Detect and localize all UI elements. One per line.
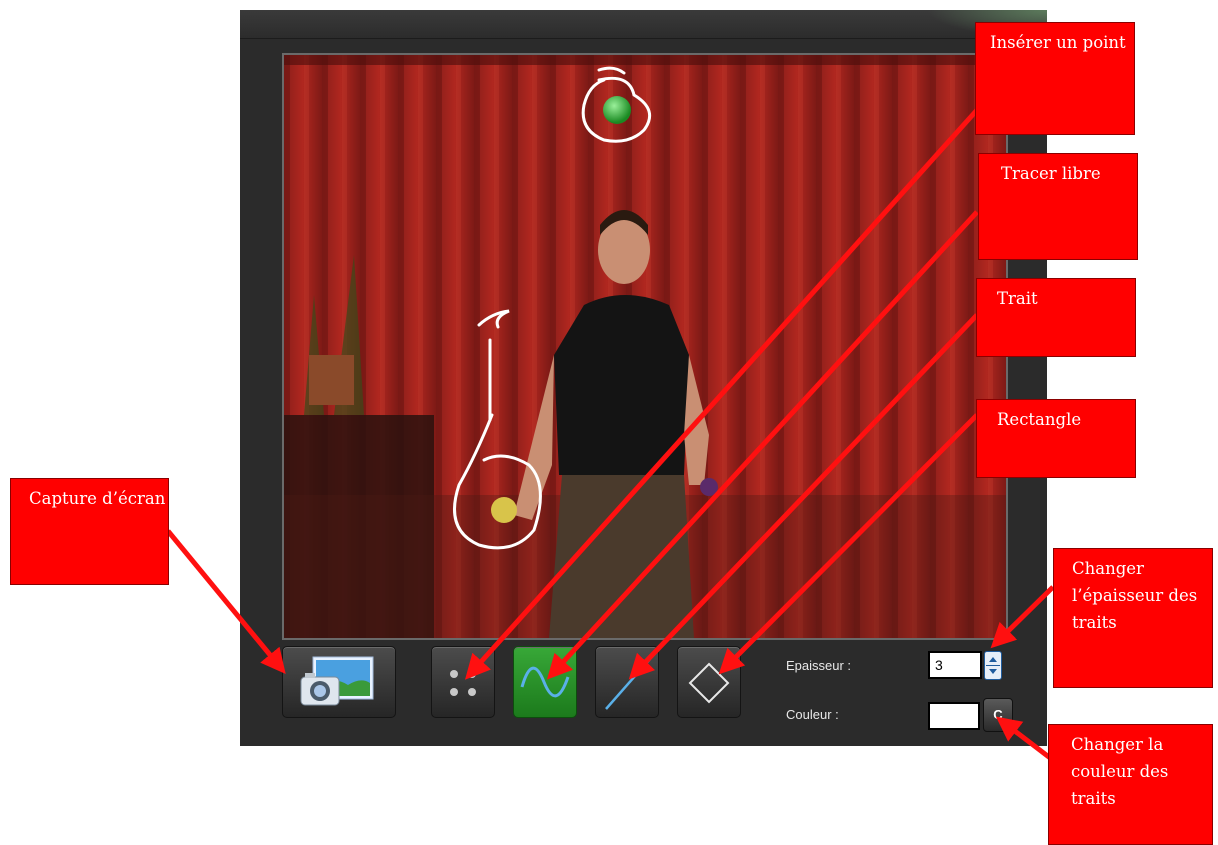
callout-screenshot: Capture d’écran — [10, 478, 169, 585]
callout-freehand: Tracer libre — [978, 153, 1138, 260]
callout-rectangle: Rectangle — [976, 399, 1136, 478]
callout-insert-point: Insérer un point — [975, 22, 1135, 135]
callout-color: Changer la couleur des traits — [1048, 724, 1213, 845]
callout-thickness: Changer l’épaisseur des traits — [1053, 548, 1213, 688]
callout-line: Trait — [976, 278, 1136, 357]
